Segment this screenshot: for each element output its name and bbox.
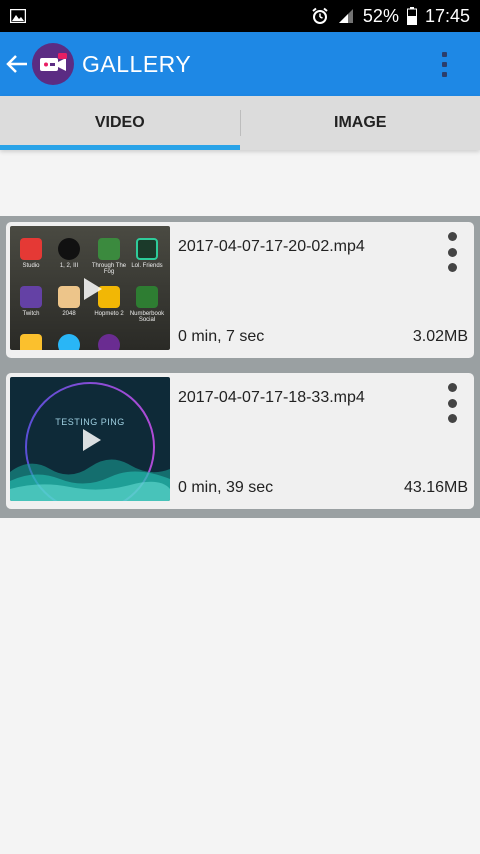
battery-percent: 52%: [362, 5, 399, 26]
video-file-name: 2017-04-07-17-20-02.mp4: [178, 238, 365, 255]
lol-friends-icon: [136, 238, 158, 260]
game-2048-icon: [58, 286, 80, 308]
app-label: Through The Fog: [91, 263, 127, 275]
signal-icon: [338, 9, 353, 23]
app-label: Hopmeto 2: [94, 311, 124, 317]
video-file-size: 43.16MB: [403, 479, 468, 496]
video-camera-icon: [40, 53, 67, 71]
video-file-name: 2017-04-07-17-18-33.mp4: [178, 389, 365, 406]
gallery-notification-icon: [10, 9, 26, 23]
app-label: Twitch: [22, 311, 40, 317]
play-icon: [84, 278, 102, 300]
video-list: Studio 1, 2, III Through The Fog Lol. Fr…: [0, 216, 480, 518]
more-vert-dot: [447, 263, 457, 272]
video-duration: 0 min, 7 sec: [178, 328, 265, 345]
thumbnail-overlay-text: TESTING PING: [55, 417, 125, 427]
cloud-app-icon: [58, 334, 80, 350]
twitch-icon: [20, 286, 42, 308]
recorder-app-icon: [98, 334, 120, 350]
more-vert-dot: [447, 414, 457, 423]
more-vert-icon: [447, 232, 457, 241]
video-thumbnail[interactable]: TESTING PING: [10, 377, 170, 501]
more-vert-dot: [441, 71, 447, 77]
more-vert-icon: [441, 51, 447, 57]
overflow-menu-button[interactable]: [422, 32, 466, 96]
app-label: Lol. Friends: [131, 263, 163, 269]
back-arrow-icon: [6, 55, 27, 73]
video-thumbnail[interactable]: Studio 1, 2, III Through The Fog Lol. Fr…: [10, 226, 170, 350]
app-label: Numberbook Social: [129, 311, 165, 323]
app-bar: GALLERY: [0, 32, 480, 96]
clock: 17:45: [424, 5, 470, 26]
video-duration: 0 min, 39 sec: [178, 479, 274, 496]
app-logo: [32, 43, 74, 85]
page-title: GALLERY: [82, 50, 192, 77]
tab-video[interactable]: VIDEO: [0, 96, 240, 150]
video-list-item[interactable]: Studio 1, 2, III Through The Fog Lol. Fr…: [6, 222, 474, 358]
alarm-icon: [312, 7, 328, 24]
battery-icon: [406, 7, 417, 25]
more-vert-dot: [441, 61, 447, 67]
more-vert-dot: [447, 247, 457, 257]
status-bar: 52% 17:45: [0, 0, 480, 32]
item-menu-button[interactable]: [440, 383, 464, 423]
item-menu-button[interactable]: [440, 232, 464, 272]
silhouette-app-icon: [58, 238, 80, 260]
app-label: 1, 2, III: [59, 263, 79, 269]
more-vert-icon: [447, 383, 457, 392]
tab-bar: VIDEO IMAGE: [0, 96, 480, 150]
status-icons: 52% 17:45: [311, 6, 470, 27]
more-vert-dot: [447, 398, 457, 408]
numberbook-icon: [136, 286, 158, 308]
video-list-item[interactable]: TESTING PING 2017-04-07-17-18-33.mp4 0 m…: [6, 373, 474, 509]
through-the-fog-icon: [98, 238, 120, 260]
folder-icon: [20, 334, 42, 350]
back-button[interactable]: [2, 32, 32, 96]
app-label: Studio: [22, 263, 40, 269]
video-file-size: 3.02MB: [412, 328, 468, 345]
app-label: 2048: [62, 311, 76, 317]
youtube-studio-icon: [20, 238, 42, 260]
play-icon: [83, 429, 101, 451]
tab-image[interactable]: IMAGE: [241, 96, 480, 150]
